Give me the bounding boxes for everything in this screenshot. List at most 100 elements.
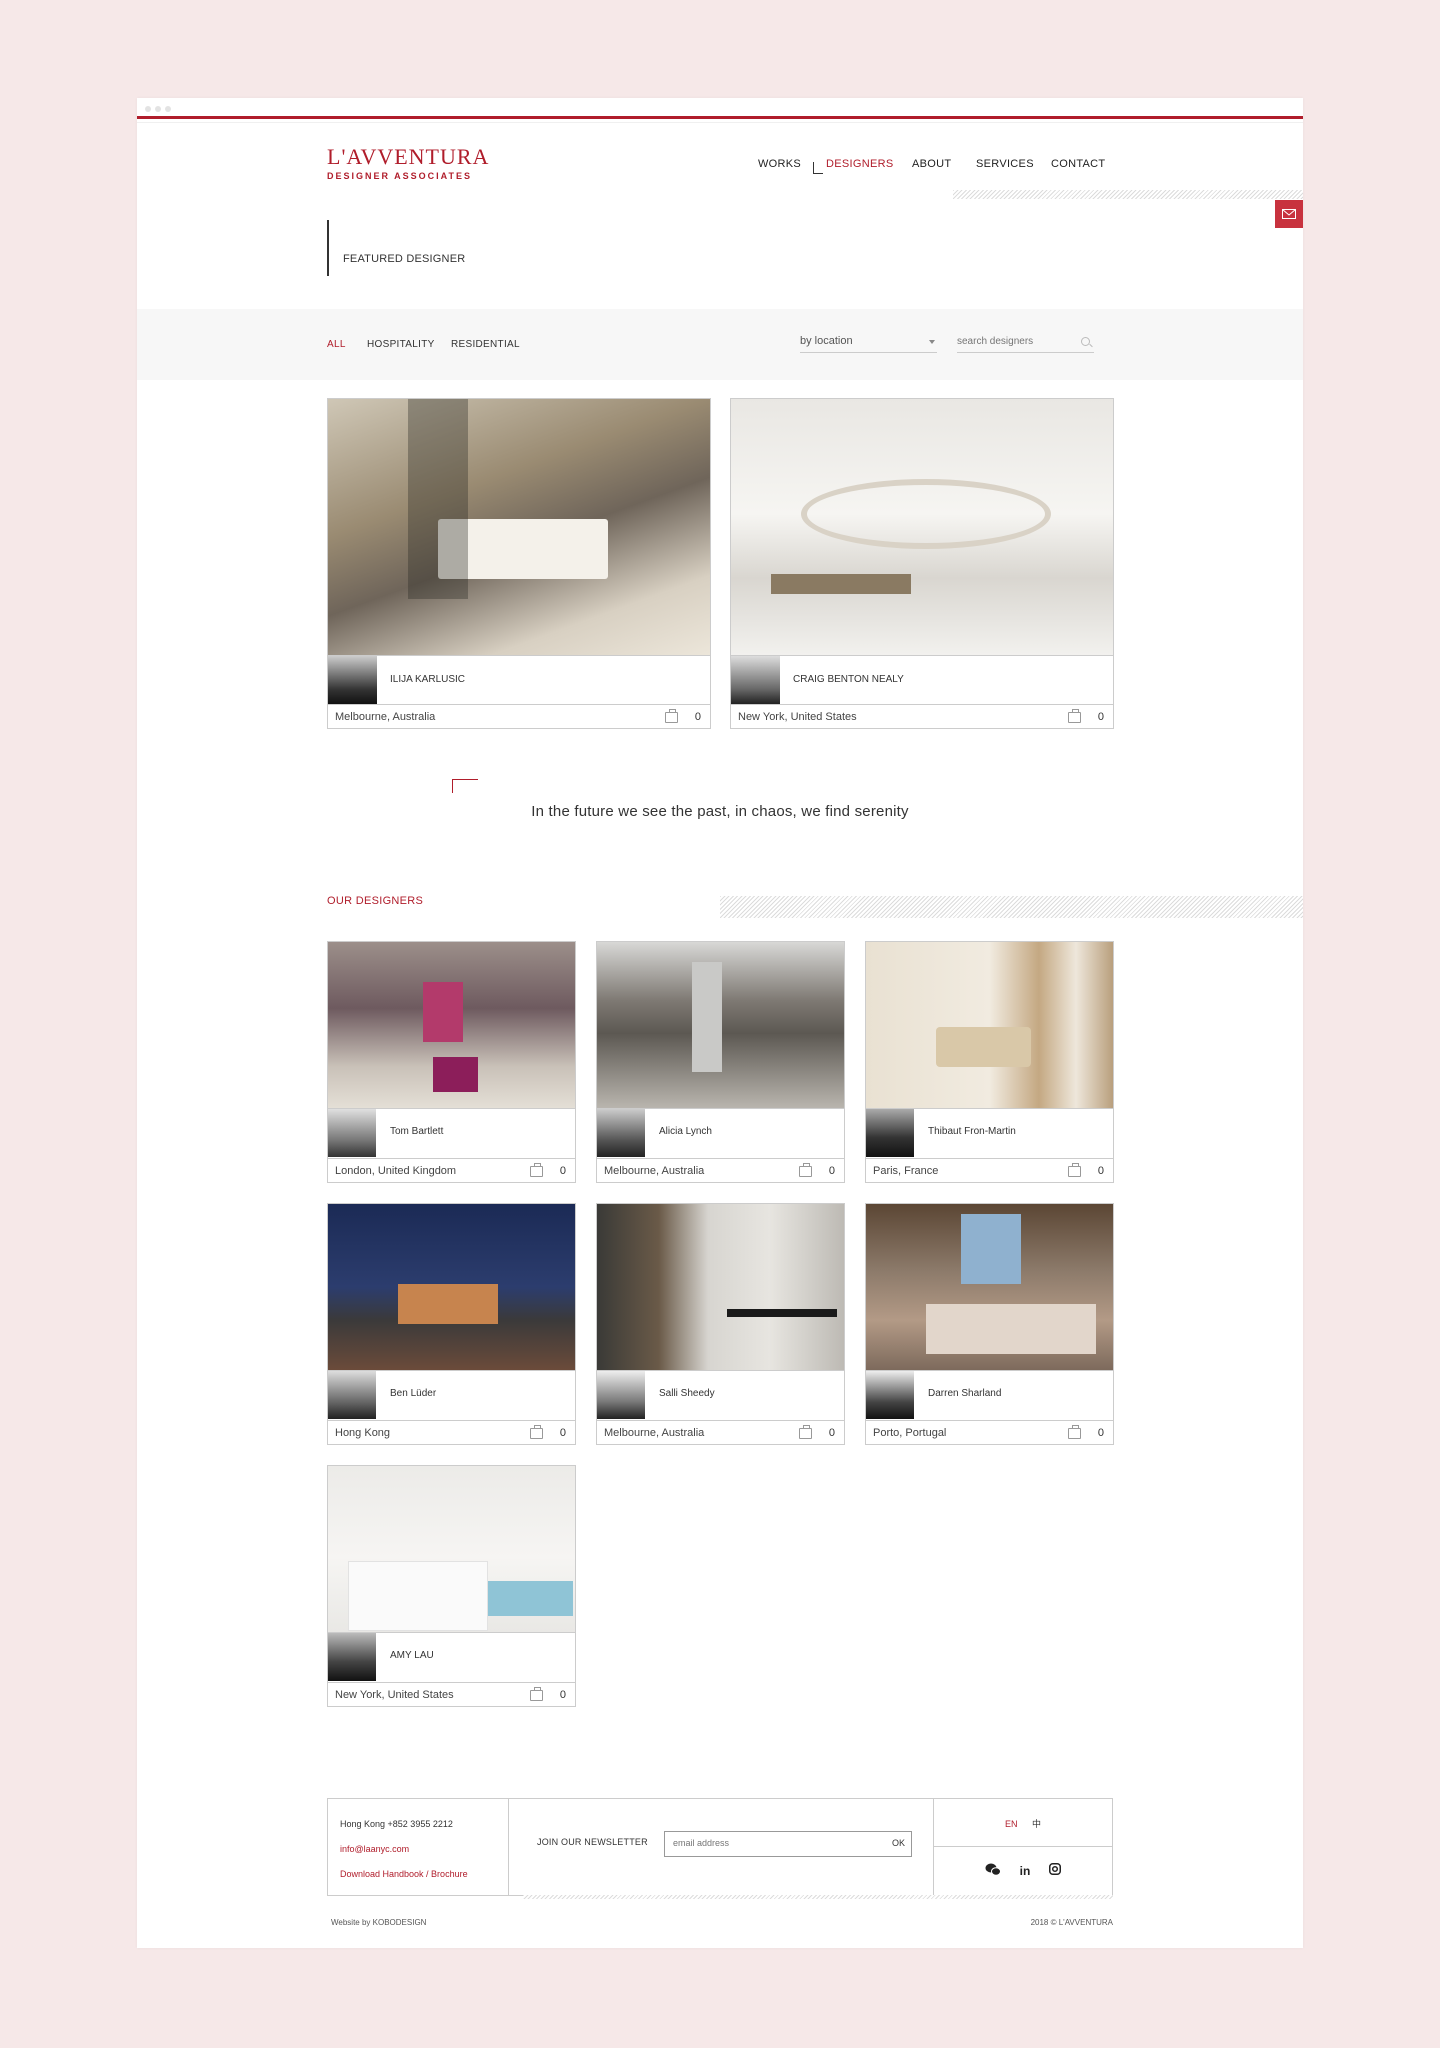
search-icon[interactable] <box>1081 337 1090 346</box>
designer-meta: Porto, Portugal 0 <box>866 1420 1113 1444</box>
nightstand-shape <box>488 1581 573 1616</box>
site-credit: Website by KOBODESIGN <box>331 1918 427 1927</box>
designer-meta: Melbourne, Australia 0 <box>597 1420 844 1444</box>
nav-services[interactable]: SERVICES <box>976 158 1034 170</box>
header-divider <box>137 122 1303 123</box>
designer-info: Ben Lüder <box>328 1370 575 1419</box>
designer-card[interactable]: Ben Lüder Hong Kong 0 <box>327 1203 576 1445</box>
lang-zh[interactable]: 中 <box>1032 1819 1041 1829</box>
wechat-icon[interactable] <box>985 1863 1002 1879</box>
main-nav: WORKS DESIGNERS ABOUT SERVICES CONTACT <box>137 158 1303 178</box>
footer-lang-social: EN 中 in <box>934 1799 1112 1895</box>
avatar <box>866 1109 914 1157</box>
portfolio-bag-icon <box>1068 1163 1081 1177</box>
nav-works[interactable]: WORKS <box>758 158 801 170</box>
art-shape <box>423 982 463 1042</box>
designer-name: Thibaut Fron-Martin <box>928 1126 1016 1137</box>
filter-tab-all[interactable]: ALL <box>327 339 346 350</box>
designer-card[interactable]: Salli Sheedy Melbourne, Australia 0 <box>596 1203 845 1445</box>
mail-button[interactable] <box>1275 200 1303 228</box>
portfolio-bag-icon <box>530 1163 543 1177</box>
project-count: 0 <box>694 711 701 723</box>
avatar <box>328 656 377 704</box>
nav-designers[interactable]: DESIGNERS <box>826 158 894 170</box>
designer-card[interactable]: Thibaut Fron-Martin Paris, France 0 <box>865 941 1114 1183</box>
filter-tab-hospitality[interactable]: HOSPITALITY <box>367 339 435 350</box>
featured-designer-card[interactable]: CRAIG BENTON NEALY New York, United Stat… <box>730 398 1114 729</box>
location-select-value: by location <box>800 335 853 347</box>
designer-meta: London, United Kingdom 0 <box>328 1158 575 1182</box>
featured-designer-card[interactable]: ILIJA KARLUSIC Melbourne, Australia 0 <box>327 398 711 729</box>
designer-name: Darren Sharland <box>928 1388 1002 1399</box>
location-select[interactable]: by location <box>800 331 937 353</box>
avatar <box>328 1633 376 1681</box>
project-image <box>866 942 1113 1108</box>
designer-card[interactable]: Alicia Lynch Melbourne, Australia 0 <box>596 941 845 1183</box>
wall-panel <box>408 399 468 599</box>
designer-meta: Paris, France 0 <box>866 1158 1113 1182</box>
project-count: 0 <box>1097 711 1104 723</box>
newsletter-email-input[interactable] <box>673 1838 873 1848</box>
filter-tab-residential[interactable]: RESIDENTIAL <box>451 339 520 350</box>
portfolio-bag-icon <box>799 1425 812 1439</box>
newsletter-submit-button[interactable]: OK <box>892 1838 905 1848</box>
designer-location: Paris, France <box>873 1165 939 1177</box>
project-image <box>597 1204 844 1370</box>
portfolio-bag-icon <box>799 1163 812 1177</box>
portfolio-bag-icon <box>1068 1425 1081 1439</box>
browser-window: L'AVVENTURA DESIGNER ASSOCIATES WORKS DE… <box>137 98 1303 1948</box>
decorative-hatch <box>953 190 1303 199</box>
designer-location: Melbourne, Australia <box>335 711 436 723</box>
project-count: 0 <box>559 1165 566 1177</box>
designer-name: AMY LAU <box>390 1650 434 1661</box>
designer-name: Tom Bartlett <box>390 1126 444 1137</box>
project-count: 0 <box>1097 1427 1104 1439</box>
instagram-icon[interactable] <box>1048 1863 1061 1878</box>
bed-shape <box>926 1304 1096 1354</box>
newsletter-label: JOIN OUR NEWSLETTER <box>537 1837 648 1847</box>
our-designers-heading: OUR DESIGNERS <box>327 895 424 907</box>
designer-meta: Melbourne, Australia 0 <box>597 1158 844 1182</box>
designer-name: Alicia Lynch <box>659 1126 712 1137</box>
cabinet-shape <box>433 1057 478 1092</box>
nav-about[interactable]: ABOUT <box>912 158 951 170</box>
window-chrome <box>137 98 1303 116</box>
lang-en[interactable]: EN <box>1005 1819 1018 1829</box>
project-count: 0 <box>559 1427 566 1439</box>
decorative-hatch <box>523 1895 1113 1899</box>
window-dot <box>155 106 161 112</box>
designer-info: CRAIG BENTON NEALY <box>731 655 1113 704</box>
designer-name: Salli Sheedy <box>659 1388 715 1399</box>
social-links: in <box>934 1847 1112 1895</box>
decorative-hatch <box>720 896 1303 918</box>
search-input[interactable] <box>957 331 1067 347</box>
project-image <box>328 1466 575 1632</box>
nav-contact[interactable]: CONTACT <box>1051 158 1105 170</box>
designer-location: New York, United States <box>335 1689 454 1701</box>
envelope-icon <box>1282 209 1296 219</box>
nav-active-marker <box>813 162 823 174</box>
portfolio-bag-icon <box>665 709 678 723</box>
language-switcher: EN 中 <box>934 1799 1112 1847</box>
avatar <box>597 1109 645 1157</box>
featured-designer-heading: FEATURED DESIGNER <box>327 220 465 276</box>
sofa-shape <box>936 1027 1031 1067</box>
project-count: 0 <box>1097 1165 1104 1177</box>
designer-meta: Hong Kong 0 <box>328 1420 575 1444</box>
designer-location: Hong Kong <box>335 1427 391 1439</box>
sofa-shape <box>771 574 911 594</box>
project-image <box>328 942 575 1108</box>
project-image <box>597 942 844 1108</box>
footer-download-link[interactable]: Download Handbook / Brochure <box>340 1869 496 1879</box>
top-accent-bar <box>137 116 1303 119</box>
portfolio-bag-icon <box>1068 709 1081 723</box>
portfolio-bag-icon <box>530 1425 543 1439</box>
designer-card[interactable]: AMY LAU New York, United States 0 <box>327 1465 576 1707</box>
designer-info: Tom Bartlett <box>328 1108 575 1157</box>
designer-card[interactable]: Darren Sharland Porto, Portugal 0 <box>865 1203 1114 1445</box>
designer-info: Alicia Lynch <box>597 1108 844 1157</box>
designer-card[interactable]: Tom Bartlett London, United Kingdom 0 <box>327 941 576 1183</box>
avatar <box>328 1371 376 1419</box>
linkedin-icon[interactable]: in <box>1020 1864 1031 1878</box>
footer-email-link[interactable]: info@laanyc.com <box>340 1844 496 1854</box>
